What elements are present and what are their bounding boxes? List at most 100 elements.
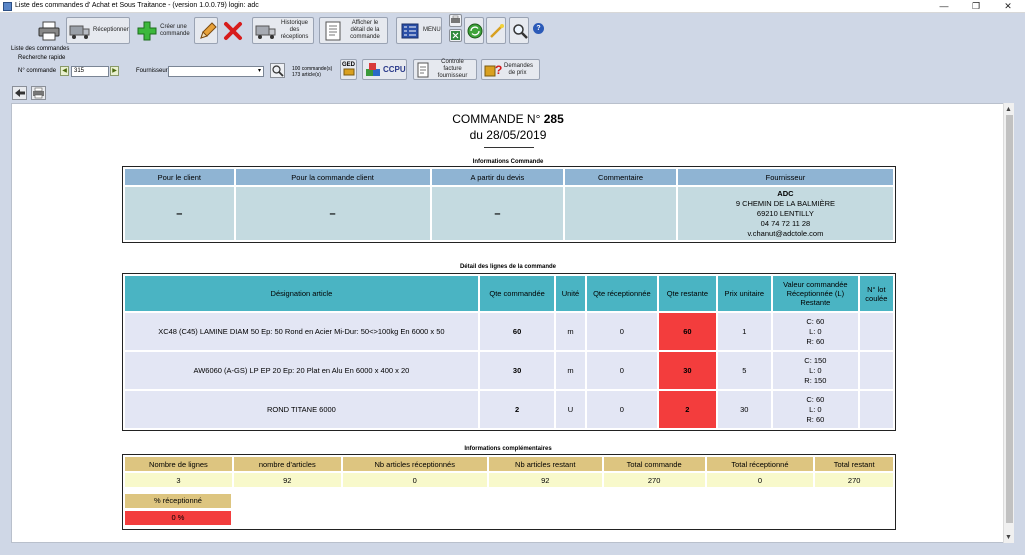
- historique-receptions-button[interactable]: Historique des réceptions: [252, 17, 314, 44]
- line-valeur-c: C: 60: [806, 394, 825, 404]
- close-button[interactable]: ✕: [994, 0, 1022, 13]
- compl-header-total-commande: Total commande: [603, 457, 705, 471]
- ncommande-input[interactable]: 315: [71, 66, 109, 77]
- excel-icon: [450, 31, 461, 43]
- header-valeur: Valeur commandée Réceptionnée (L) Restan…: [773, 276, 858, 311]
- help-button[interactable]: ?: [533, 23, 544, 34]
- table-row[interactable]: ROND TITANE 6000 2 U 0 2 30 C: 60 L: 0 R…: [125, 391, 893, 428]
- compl-value-row: 3 92 0 92 270 0 270: [125, 473, 893, 487]
- receptionner-button[interactable]: Réceptionner: [66, 17, 130, 44]
- info-value-row: – – – ADC 9 CHEMIN DE LA BALMIÈRE 69210 …: [125, 187, 893, 240]
- line-valeur-c: C: 60: [806, 316, 825, 326]
- excel-export-button[interactable]: [449, 29, 462, 42]
- search-button[interactable]: [509, 17, 529, 44]
- chevron-down-icon: ▾: [257, 68, 261, 74]
- magic-button[interactable]: [486, 17, 506, 44]
- compl-header-row: Nombre de lignes nombre d'articles Nb ar…: [125, 457, 893, 471]
- scroll-thumb[interactable]: [1006, 115, 1013, 523]
- nav-row: [0, 84, 1025, 102]
- wand-icon: [489, 20, 505, 42]
- compl-header-receptionnes: Nb articles réceptionnés: [342, 457, 487, 471]
- line-qte-restante: 60: [659, 313, 716, 350]
- document-view: COMMANDE N° 285 du 28/05/2019 Informatio…: [11, 103, 1013, 543]
- ccpu-button[interactable]: CCPU: [362, 59, 407, 80]
- arrow-left-icon: [13, 89, 26, 101]
- info-value-client: –: [125, 187, 234, 240]
- header-qte-receptionnee: Qte réceptionnée: [586, 276, 658, 311]
- fournisseur-search-button[interactable]: [270, 63, 285, 78]
- compl-header-total-restant: Total restant: [815, 457, 893, 471]
- delete-button[interactable]: [220, 17, 246, 44]
- commande-number: 285: [543, 112, 564, 126]
- compl-header-nb-lignes: Nombre de lignes: [125, 457, 232, 471]
- fournisseur-details: ADC 9 CHEMIN DE LA BALMIÈRE 69210 LENTIL…: [677, 187, 893, 240]
- next-commande-button[interactable]: ▶: [110, 66, 119, 76]
- fournisseur-phone: 04 74 72 11 28: [760, 218, 811, 228]
- truck-icon: [69, 20, 91, 42]
- header-qte-restante: Qte restante: [659, 276, 716, 311]
- line-valeur-r: R: 60: [806, 336, 825, 346]
- commande-title-prefix: COMMANDE N°: [452, 112, 541, 126]
- print-small-button[interactable]: [449, 14, 462, 27]
- pencil-icon: [197, 20, 219, 42]
- restore-button[interactable]: ❐: [962, 0, 990, 13]
- scroll-down-icon[interactable]: ▼: [1005, 534, 1012, 541]
- app-icon: [3, 2, 12, 11]
- line-prix-unitaire: 30: [717, 391, 771, 428]
- creer-commande-button[interactable]: Créer une commande: [134, 17, 190, 44]
- demandes-prix-button[interactable]: ? Demandes de prix: [481, 59, 540, 80]
- edit-button[interactable]: [194, 17, 218, 44]
- filter-bar: Liste des commandes Recherche rapide N° …: [0, 46, 1025, 84]
- afficher-detail-button[interactable]: Afficher le détail de la commande: [319, 17, 388, 44]
- line-unite: m: [556, 352, 585, 389]
- creer-commande-label: Créer une commande: [160, 23, 190, 37]
- line-qte-commandee: 60: [479, 313, 555, 350]
- line-qte-restante: 2: [659, 391, 716, 428]
- back-button[interactable]: [12, 86, 27, 100]
- info-value-commentaire: [565, 187, 676, 240]
- ccpu-label: CCPU: [383, 65, 406, 74]
- line-qte-receptionnee: 0: [586, 313, 658, 350]
- recherche-rapide-label: Recherche rapide: [18, 55, 66, 61]
- line-designation: AW6060 (A-GS) LP EP 20 Ep: 20 Plat en Al…: [125, 352, 478, 389]
- detail-section-label: Détail des lignes de la commande: [459, 264, 557, 270]
- fournisseur-select[interactable]: ▾: [168, 66, 264, 77]
- info-header-commentaire: Commentaire: [565, 169, 676, 185]
- scroll-up-icon[interactable]: ▲: [1005, 106, 1012, 113]
- print-button[interactable]: [36, 17, 63, 44]
- table-row[interactable]: XC48 (C45) LAMINE DIAM 50 Ep: 50 Rond en…: [125, 313, 893, 350]
- line-lot: [859, 313, 893, 350]
- pct-receptionne-value: 0 %: [125, 511, 231, 525]
- line-qte-receptionnee: 0: [586, 391, 658, 428]
- compl-section-label: Informations complémentaires: [464, 446, 552, 452]
- compl-value-nb-articles: 92: [233, 473, 341, 487]
- header-prix-unitaire: Prix unitaire: [717, 276, 771, 311]
- ged-button[interactable]: GED: [340, 59, 357, 80]
- header-lot-line1: N° lot: [867, 284, 886, 294]
- prev-commande-button[interactable]: ◀: [60, 66, 69, 76]
- controle-facture-button[interactable]: Controle facture fournisseur: [413, 59, 477, 80]
- table-row[interactable]: AW6060 (A-GS) LP EP 20 Ep: 20 Plat en Al…: [125, 352, 893, 389]
- info-header-commande-client: Pour la commande client: [235, 169, 430, 185]
- line-qte-restante: 30: [659, 352, 716, 389]
- delete-x-icon: [222, 20, 244, 42]
- print-doc-button[interactable]: [31, 86, 46, 100]
- compl-value-nb-lignes: 3: [125, 473, 232, 487]
- magnifier-icon: [512, 20, 528, 42]
- help-icon: ?: [536, 25, 541, 32]
- demandes-prix-label: Demandes de prix: [504, 62, 534, 76]
- printer-doc-icon: [32, 87, 45, 101]
- line-prix-unitaire: 1: [717, 313, 771, 350]
- count-articles: 173 article(s): [292, 72, 321, 78]
- info-header-fournisseur: Fournisseur: [677, 169, 893, 185]
- header-lot-line2: coulée: [865, 293, 888, 303]
- ged-icon: [343, 68, 355, 78]
- fournisseur-address: 9 CHEMIN DE LA BALMIÈRE: [735, 198, 836, 208]
- vertical-scrollbar[interactable]: ▲ ▼: [1003, 103, 1014, 543]
- minimize-button[interactable]: —: [930, 0, 958, 13]
- line-valeur-r: R: 60: [806, 414, 825, 424]
- title-bar: Liste des commandes d' Achat et Sous Tra…: [0, 0, 1025, 13]
- info-header-row: Pour le client Pour la commande client A…: [125, 169, 893, 185]
- menu-button[interactable]: MENU: [396, 17, 442, 44]
- refresh-button[interactable]: [464, 17, 484, 44]
